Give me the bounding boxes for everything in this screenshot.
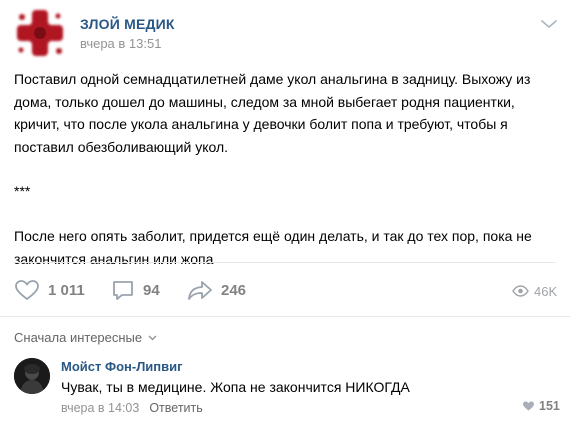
small-heart-icon xyxy=(523,401,534,411)
reply-button[interactable]: Ответить xyxy=(149,401,202,415)
red-cross-avatar-icon xyxy=(17,10,63,56)
comment-avatar[interactable] xyxy=(14,358,50,394)
comment-like-count: 151 xyxy=(539,399,560,413)
divider xyxy=(0,316,570,317)
share-count: 246 xyxy=(221,281,247,299)
comments-sort-dropdown[interactable]: Сначала интересные xyxy=(14,330,157,345)
post-separator-text: *** xyxy=(14,183,31,200)
divider xyxy=(14,262,556,263)
comment-text: Чувак, ты в медицине. Жопа не закончится… xyxy=(61,379,410,395)
like-count: 1 011 xyxy=(48,281,85,299)
post-author[interactable]: ЗЛОЙ МЕДИК xyxy=(80,16,175,32)
comment-icon xyxy=(113,281,133,300)
chevron-down-icon[interactable] xyxy=(540,18,558,30)
avatar-image xyxy=(14,358,50,394)
views-counter: 46K xyxy=(512,281,557,301)
post-paragraph: После него опять заболит, придется ещё о… xyxy=(14,227,532,267)
comment-button[interactable]: 94 xyxy=(111,279,160,301)
share-icon xyxy=(188,281,212,300)
share-button[interactable]: 246 xyxy=(187,279,246,301)
comment-count: 94 xyxy=(143,281,160,299)
post-text: Поставил одной семнадцатилетней даме уко… xyxy=(14,68,559,270)
comment-meta: вчера в 14:03 Ответить xyxy=(61,401,203,415)
comment-time[interactable]: вчера в 14:03 xyxy=(61,401,139,415)
post-card: ЗЛОЙ МЕДИК вчера в 13:51 Поставил одной … xyxy=(0,0,570,429)
like-button[interactable]: 1 011 xyxy=(14,279,85,301)
post-paragraph: Поставил одной семнадцатилетней даме уко… xyxy=(14,71,531,155)
small-chevron-icon xyxy=(148,335,157,340)
eye-icon xyxy=(512,285,529,297)
views-count: 46K xyxy=(534,283,558,299)
comments-sort-label: Сначала интересные xyxy=(14,330,143,345)
community-avatar[interactable] xyxy=(14,7,66,59)
heart-icon xyxy=(15,280,39,300)
post-time[interactable]: вчера в 13:51 xyxy=(80,36,161,51)
comment-like-button[interactable]: 151 xyxy=(522,399,560,413)
comment-author[interactable]: Мойст Фон-Липвиг xyxy=(61,359,183,374)
